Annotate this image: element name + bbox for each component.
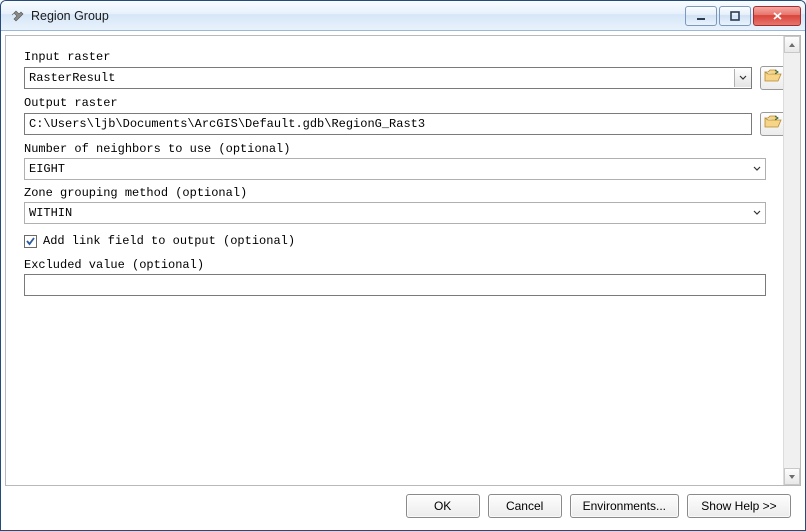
ok-button[interactable]: OK <box>406 494 480 518</box>
close-button[interactable] <box>753 6 801 26</box>
maximize-button[interactable] <box>719 6 751 26</box>
input-raster-value: RasterResult <box>29 71 115 85</box>
neighbors-label: Number of neighbors to use (optional) <box>24 142 786 156</box>
environments-button[interactable]: Environments... <box>570 494 679 518</box>
excluded-value-input[interactable] <box>24 274 766 296</box>
window-title: Region Group <box>31 1 683 31</box>
scroll-track[interactable] <box>784 53 800 468</box>
form-area: Input raster RasterResult <box>6 36 800 485</box>
input-raster-label: Input raster <box>24 50 786 64</box>
show-help-button[interactable]: Show Help >> <box>687 494 791 518</box>
output-raster-value: C:\Users\ljb\Documents\ArcGIS\Default.gd… <box>29 117 425 131</box>
add-link-label: Add link field to output (optional) <box>43 234 295 248</box>
chevron-down-icon[interactable] <box>734 69 751 87</box>
scroll-up-button[interactable] <box>784 36 800 53</box>
vertical-scrollbar[interactable] <box>783 36 800 485</box>
zone-label: Zone grouping method (optional) <box>24 186 786 200</box>
hammer-icon <box>9 8 25 24</box>
folder-open-icon <box>764 68 782 88</box>
chevron-down-icon[interactable] <box>748 160 765 178</box>
content-frame: Input raster RasterResult <box>5 35 801 486</box>
output-raster-input[interactable]: C:\Users\ljb\Documents\ArcGIS\Default.gd… <box>24 113 752 135</box>
input-raster-combo[interactable]: RasterResult <box>24 67 752 89</box>
neighbors-combo[interactable]: EIGHT <box>24 158 766 180</box>
zone-combo[interactable]: WITHIN <box>24 202 766 224</box>
minimize-button[interactable] <box>685 6 717 26</box>
window-controls <box>683 4 803 28</box>
add-link-checkbox[interactable] <box>24 235 37 248</box>
folder-open-icon <box>764 114 782 134</box>
chevron-down-icon[interactable] <box>748 204 765 222</box>
cancel-button[interactable]: Cancel <box>488 494 562 518</box>
client-area: Input raster RasterResult <box>1 31 805 530</box>
excluded-label: Excluded value (optional) <box>24 258 786 272</box>
zone-value: WITHIN <box>29 206 72 220</box>
scroll-down-button[interactable] <box>784 468 800 485</box>
neighbors-value: EIGHT <box>29 162 65 176</box>
button-bar: OK Cancel Environments... Show Help >> <box>5 486 801 526</box>
output-raster-label: Output raster <box>24 96 786 110</box>
titlebar[interactable]: Region Group <box>1 1 805 31</box>
window-frame: Region Group Input raster RasterResult <box>0 0 806 531</box>
